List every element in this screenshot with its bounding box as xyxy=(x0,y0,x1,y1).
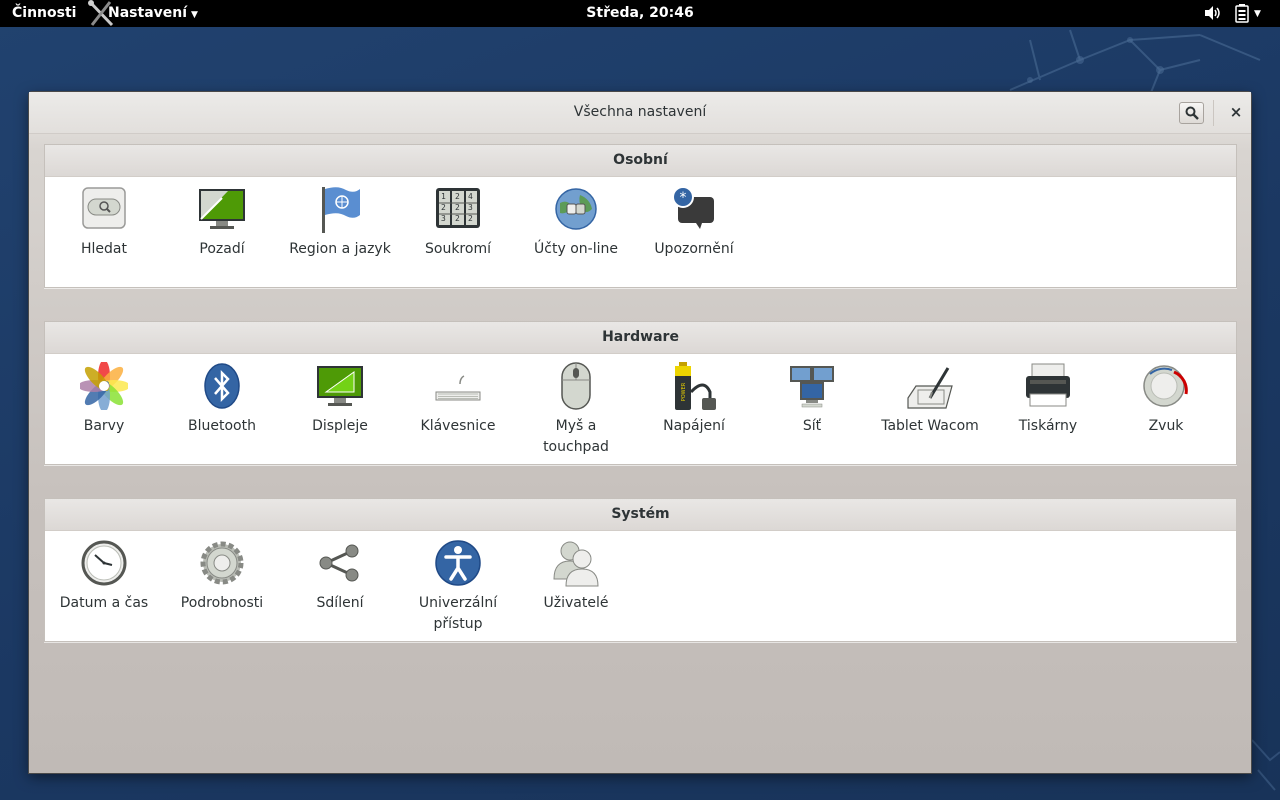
app-menu[interactable]: Nastavení ▼ xyxy=(108,5,198,21)
item-label: Univerzální přístup xyxy=(418,595,498,632)
svg-text:1: 1 xyxy=(441,192,446,201)
settings-item-online-accounts[interactable]: Účty on-line xyxy=(517,177,635,260)
svg-text:2: 2 xyxy=(455,192,460,201)
item-label: Hledat xyxy=(81,241,127,257)
settings-item-network[interactable]: Síť xyxy=(753,354,871,458)
clock[interactable]: Středa, 20:46 xyxy=(586,5,693,21)
battery-icon[interactable] xyxy=(1234,4,1250,23)
printer-icon xyxy=(1026,363,1070,407)
item-label: Klávesnice xyxy=(420,418,496,434)
top-bar: Činnosti Nastavení ▼ Středa, 20:46 ▼ xyxy=(0,0,1280,27)
bluetooth-icon xyxy=(204,363,240,409)
system-menu-chevron-icon[interactable]: ▼ xyxy=(1254,9,1261,19)
activities-button[interactable]: Činnosti xyxy=(12,5,76,21)
settings-item-sharing[interactable]: Sdílení xyxy=(281,531,399,635)
power-icon: POWER xyxy=(675,362,716,410)
item-label: Tiskárny xyxy=(1018,418,1078,434)
accessibility-icon xyxy=(435,540,481,586)
item-label: Napájení xyxy=(663,418,725,434)
clock-icon xyxy=(81,540,127,586)
mouse-icon xyxy=(561,362,591,410)
item-label: Datum a čas xyxy=(59,595,149,611)
settings-window: Všechna nastavení × Osobní Hledat Pozadí… xyxy=(29,92,1251,773)
item-label: Zvuk xyxy=(1148,418,1184,434)
volume-icon[interactable] xyxy=(1204,5,1222,21)
settings-item-sound[interactable]: Zvuk xyxy=(1107,354,1225,458)
svg-text:2: 2 xyxy=(455,214,460,223)
section-body: Datum a čas Podrobnosti Sdílení Univerzá… xyxy=(45,531,1236,641)
titlebar-separator xyxy=(1213,100,1214,126)
item-label: Soukromí xyxy=(425,241,491,257)
wacom-tablet-icon xyxy=(907,367,953,409)
network-icon xyxy=(790,366,834,408)
item-label: Sdílení xyxy=(316,595,364,611)
item-label: Myš a touchpad xyxy=(543,418,609,455)
color-icon xyxy=(80,362,128,410)
svg-text:2: 2 xyxy=(468,214,473,223)
item-label: Upozornění xyxy=(654,241,734,257)
sharing-icon xyxy=(319,544,359,582)
displays-icon xyxy=(317,366,363,406)
region-flag-icon xyxy=(322,187,360,233)
settings-item-printers[interactable]: Tiskárny xyxy=(989,354,1107,458)
section-hardware: Hardware Barvy Bluetooth Displeje Kláves… xyxy=(44,321,1237,465)
item-label: Bluetooth xyxy=(188,418,256,434)
svg-text:POWER: POWER xyxy=(681,382,687,401)
settings-item-wacom[interactable]: Tablet Wacom xyxy=(871,354,989,458)
notifications-icon: * xyxy=(672,186,714,229)
item-label: Region a jazyk xyxy=(289,241,391,257)
chevron-down-icon: ▼ xyxy=(191,9,198,20)
settings-item-details[interactable]: Podrobnosti xyxy=(163,531,281,635)
settings-item-privacy[interactable]: 123 222 432 Soukromí xyxy=(399,177,517,260)
settings-item-datetime[interactable]: Datum a čas xyxy=(45,531,163,635)
settings-item-bluetooth[interactable]: Bluetooth xyxy=(163,354,281,458)
svg-text:4: 4 xyxy=(468,192,473,201)
settings-item-accessibility[interactable]: Univerzální přístup xyxy=(399,531,517,635)
section-system: Systém Datum a čas Podrobnosti Sdílení U… xyxy=(44,498,1237,642)
gear-icon xyxy=(200,541,244,585)
section-title: Osobní xyxy=(45,145,1236,177)
svg-text:3: 3 xyxy=(468,203,473,212)
item-label: Tablet Wacom xyxy=(881,418,979,434)
close-button[interactable]: × xyxy=(1225,101,1247,123)
settings-item-color[interactable]: Barvy xyxy=(45,354,163,458)
window-title: Všechna nastavení xyxy=(573,104,707,120)
settings-item-search[interactable]: Hledat xyxy=(45,177,163,260)
search-settings-icon xyxy=(82,187,126,229)
keyboard-icon xyxy=(435,375,481,401)
settings-item-keyboard[interactable]: Klávesnice xyxy=(399,354,517,458)
item-label: Podrobnosti xyxy=(180,595,264,611)
svg-text:2: 2 xyxy=(441,203,446,212)
section-body: Barvy Bluetooth Displeje Klávesnice Myš … xyxy=(45,354,1236,464)
title-bar: Všechna nastavení × xyxy=(29,92,1251,134)
item-label: Pozadí xyxy=(199,241,245,257)
section-title: Hardware xyxy=(45,322,1236,354)
section-personal: Osobní Hledat Pozadí Region a jazyk 1 2 … xyxy=(44,144,1237,288)
sound-icon xyxy=(1143,365,1188,407)
svg-text:*: * xyxy=(680,190,687,206)
users-icon xyxy=(553,541,599,587)
section-title: Systém xyxy=(45,499,1236,531)
settings-item-notifications[interactable]: * Upozornění xyxy=(635,177,753,260)
settings-item-power[interactable]: POWER Napájení xyxy=(635,354,753,458)
item-label: Displeje xyxy=(312,418,368,434)
settings-item-displays[interactable]: Displeje xyxy=(281,354,399,458)
item-label: Uživatelé xyxy=(543,595,609,611)
app-menu-label: Nastavení xyxy=(108,5,188,21)
settings-item-background[interactable]: Pozadí xyxy=(163,177,281,260)
settings-item-mouse[interactable]: Myš a touchpad xyxy=(517,354,635,458)
section-body: Hledat Pozadí Region a jazyk 1 2 3 2 2 2… xyxy=(45,177,1236,287)
settings-item-region[interactable]: Region a jazyk xyxy=(281,177,399,260)
search-icon xyxy=(1185,106,1199,120)
item-label: Síť xyxy=(802,418,822,434)
settings-item-users[interactable]: Uživatelé xyxy=(517,531,635,635)
item-label: Barvy xyxy=(83,418,125,434)
item-label: Účty on-line xyxy=(534,241,618,257)
online-accounts-icon xyxy=(555,188,597,230)
svg-text:3: 3 xyxy=(441,214,446,223)
search-button[interactable] xyxy=(1179,102,1204,124)
privacy-icon: 123 222 432 xyxy=(436,188,480,228)
background-icon xyxy=(199,189,245,229)
svg-text:2: 2 xyxy=(455,203,460,212)
